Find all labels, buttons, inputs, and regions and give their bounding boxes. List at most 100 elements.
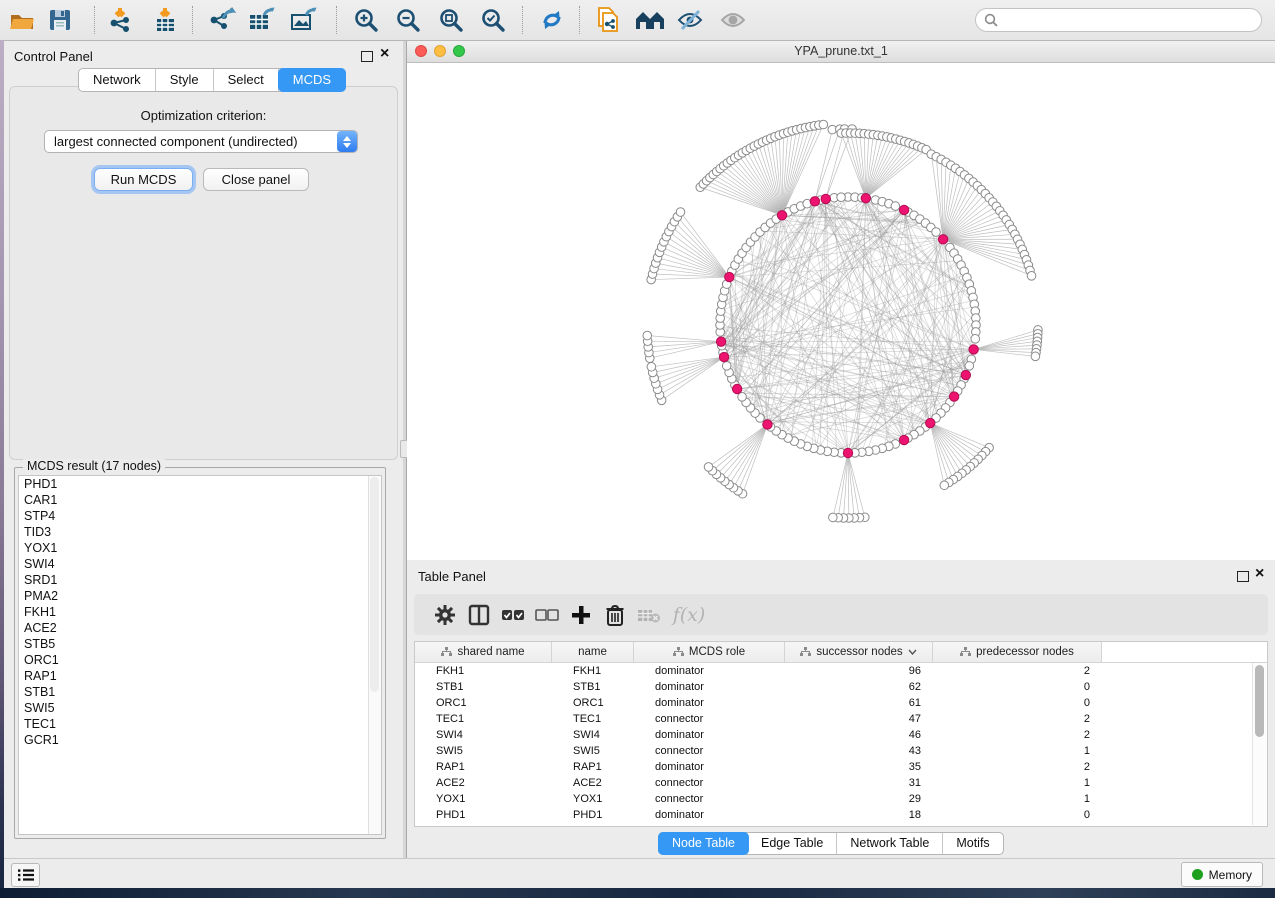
table-row[interactable]: STB1STB1dominator620 xyxy=(415,679,1267,695)
column-header-name[interactable]: name xyxy=(552,642,634,662)
result-node-item[interactable]: SWI5 xyxy=(19,700,381,716)
column-header-MCDS-role[interactable]: MCDS role xyxy=(634,642,785,662)
show-all-button[interactable] xyxy=(718,5,748,35)
import-table-button[interactable] xyxy=(150,5,180,35)
result-node-item[interactable]: RAP1 xyxy=(19,668,381,684)
table-row[interactable]: ORC1ORC1dominator610 xyxy=(415,695,1267,711)
result-node-item[interactable]: ACE2 xyxy=(19,620,381,636)
result-node-item[interactable]: TID3 xyxy=(19,524,381,540)
network-canvas[interactable] xyxy=(407,63,1275,560)
task-history-button[interactable] xyxy=(11,863,40,887)
delete-column-button[interactable] xyxy=(598,600,632,630)
zoom-selected-button[interactable] xyxy=(478,5,508,35)
open-file-button[interactable] xyxy=(7,5,37,35)
zoom-out-icon xyxy=(395,7,422,34)
result-node-item[interactable]: SRD1 xyxy=(19,572,381,588)
first-neighbors-button[interactable] xyxy=(634,5,664,35)
float-table-panel-icon[interactable] xyxy=(1237,571,1249,582)
desktop-wallpaper-bottom xyxy=(0,888,1275,898)
table-row[interactable]: YOX1YOX1connector291 xyxy=(415,791,1267,807)
result-node-item[interactable]: FKH1 xyxy=(19,604,381,620)
result-node-item[interactable]: PMA2 xyxy=(19,588,381,604)
zoom-out-button[interactable] xyxy=(393,5,423,35)
close-table-panel-icon[interactable]: × xyxy=(1255,565,1264,583)
cell-name: FKH1 xyxy=(552,663,634,679)
result-node-item[interactable]: PHD1 xyxy=(19,476,381,492)
tab-style[interactable]: Style xyxy=(156,69,214,91)
column-header-successor-nodes[interactable]: successor nodes xyxy=(785,642,933,662)
table-row[interactable]: TEC1TEC1connector472 xyxy=(415,711,1267,727)
search-box[interactable] xyxy=(975,8,1262,32)
result-node-item[interactable]: STB5 xyxy=(19,636,381,652)
cell-name: PHD1 xyxy=(552,807,634,823)
hide-selected-button[interactable] xyxy=(675,5,705,35)
export-network-button[interactable] xyxy=(207,5,237,35)
cell-shared_name: FKH1 xyxy=(415,663,552,679)
cell-successor_nodes: 29 xyxy=(785,791,933,807)
table-row[interactable]: SWI4SWI4dominator462 xyxy=(415,727,1267,743)
cell-predecessor_nodes: 2 xyxy=(933,759,1102,775)
optimization-criterion-select[interactable]: largest connected component (undirected) xyxy=(44,130,358,153)
apply-layout-button[interactable] xyxy=(537,5,567,35)
cell-shared_name: SWI4 xyxy=(415,727,552,743)
memory-button[interactable]: Memory xyxy=(1181,862,1263,887)
save-session-button[interactable] xyxy=(45,5,75,35)
select-stepper-icon xyxy=(337,131,357,152)
tab-mcds[interactable]: MCDS xyxy=(278,68,346,92)
table-row[interactable]: SWI5SWI5connector431 xyxy=(415,743,1267,759)
add-column-button[interactable] xyxy=(564,600,598,630)
table-row[interactable]: FKH1FKH1dominator962 xyxy=(415,663,1267,679)
column-header-shared-name[interactable]: shared name xyxy=(415,642,552,662)
table-settings-button[interactable] xyxy=(428,600,462,630)
table-row[interactable]: RAP1RAP1dominator352 xyxy=(415,759,1267,775)
result-node-item[interactable]: STB1 xyxy=(19,684,381,700)
zoom-fit-button[interactable] xyxy=(436,5,466,35)
list-icon xyxy=(18,868,34,882)
mcds-result-list[interactable]: PHD1CAR1STP4TID3YOX1SWI4SRD1PMA2FKH1ACE2… xyxy=(18,475,382,835)
result-node-item[interactable]: TEC1 xyxy=(19,716,381,732)
tab-motifs[interactable]: Motifs xyxy=(943,833,1002,854)
network-window-titlebar[interactable]: YPA_prune.txt_1 xyxy=(407,40,1275,63)
tab-edge-table[interactable]: Edge Table xyxy=(748,833,837,854)
float-window-icon[interactable] xyxy=(361,51,373,62)
table-scrollbar[interactable] xyxy=(1252,663,1266,825)
clone-network-button[interactable] xyxy=(592,5,622,35)
search-input[interactable] xyxy=(1002,12,1261,28)
close-panel-icon[interactable]: × xyxy=(380,45,389,63)
result-node-item[interactable]: STP4 xyxy=(19,508,381,524)
deselect-all-rows-button[interactable] xyxy=(530,600,564,630)
cell-successor_nodes: 18 xyxy=(785,807,933,823)
table-panel-title: Table Panel xyxy=(418,569,486,584)
result-scrollbar[interactable] xyxy=(368,476,381,834)
table-row[interactable]: ACE2ACE2connector311 xyxy=(415,775,1267,791)
result-node-item[interactable]: CAR1 xyxy=(19,492,381,508)
save-icon xyxy=(47,7,73,33)
result-node-item[interactable]: ORC1 xyxy=(19,652,381,668)
export-image-button[interactable] xyxy=(289,5,319,35)
toolbar-separator xyxy=(192,6,193,34)
select-all-rows-button[interactable] xyxy=(496,600,530,630)
cell-mcds_role: connector xyxy=(634,775,785,791)
delete-table-button[interactable] xyxy=(632,600,666,630)
function-builder-button[interactable]: f(x) xyxy=(666,600,712,630)
result-node-item[interactable]: SWI4 xyxy=(19,556,381,572)
tab-select[interactable]: Select xyxy=(214,69,279,91)
close-panel-button[interactable]: Close panel xyxy=(203,168,309,191)
cell-name: YOX1 xyxy=(552,791,634,807)
node-table[interactable]: shared namenameMCDS rolesuccessor nodesp… xyxy=(414,641,1268,827)
result-node-item[interactable]: YOX1 xyxy=(19,540,381,556)
column-visibility-button[interactable] xyxy=(462,600,496,630)
result-node-item[interactable]: GCR1 xyxy=(19,732,381,748)
tab-node-table[interactable]: Node Table xyxy=(658,832,749,855)
export-table-button[interactable] xyxy=(247,5,277,35)
import-network-button[interactable] xyxy=(105,5,135,35)
table-tabs: Node TableEdge TableNetwork TableMotifs xyxy=(658,832,1004,855)
cell-predecessor_nodes: 1 xyxy=(933,743,1102,759)
tab-network[interactable]: Network xyxy=(79,69,156,91)
table-row[interactable]: PHD1PHD1dominator180 xyxy=(415,807,1267,823)
column-header-predecessor-nodes[interactable]: predecessor nodes xyxy=(933,642,1102,662)
main-toolbar xyxy=(0,0,1275,41)
tab-network-table[interactable]: Network Table xyxy=(837,833,943,854)
zoom-in-button[interactable] xyxy=(351,5,381,35)
run-mcds-button[interactable]: Run MCDS xyxy=(94,168,193,191)
